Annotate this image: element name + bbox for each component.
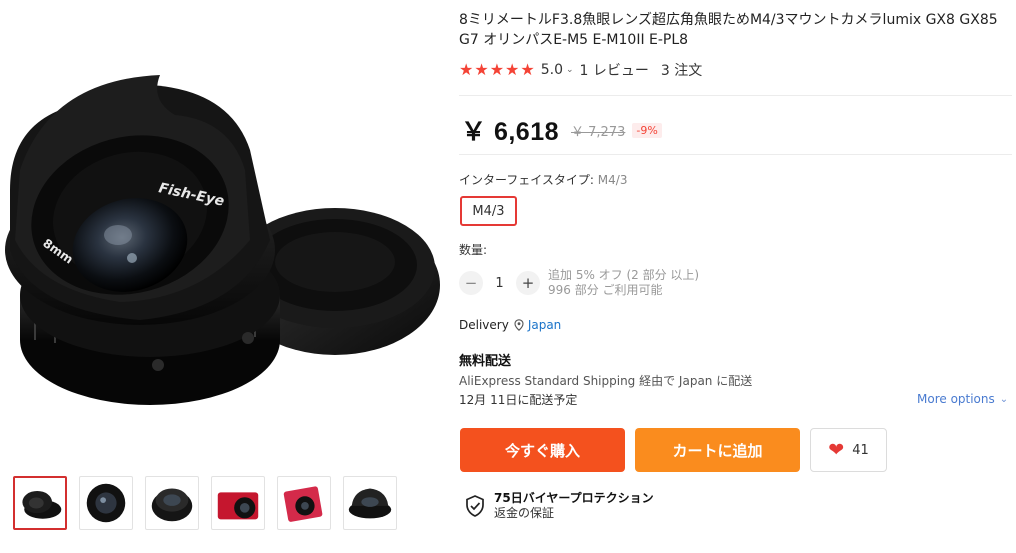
- wishlist-count: 41: [852, 442, 869, 458]
- thumbnail-2[interactable]: [79, 476, 133, 530]
- quantity-stepper: − 1 + 追加 5% オフ (2 部分 以上) 996 部分 ご利用可能: [459, 268, 699, 298]
- thumbnail-6[interactable]: [343, 476, 397, 530]
- protection-title: 75日バイヤープロテクション: [494, 491, 654, 505]
- protection-subtitle: 返金の保証: [494, 506, 555, 520]
- rating-value[interactable]: 5.0: [541, 62, 563, 78]
- quantity-input[interactable]: 1: [483, 276, 516, 291]
- chevron-down-icon[interactable]: ⌄: [566, 65, 574, 75]
- quantity-note: 追加 5% オフ (2 部分 以上) 996 部分 ご利用可能: [548, 268, 699, 298]
- property-label: インターフェイスタイプ: M4/3: [459, 171, 627, 188]
- buyer-protection[interactable]: 75日バイヤープロテクション 返金の保証: [463, 490, 654, 521]
- star-icon: ★: [459, 60, 474, 79]
- thumbnail-1[interactable]: [13, 476, 67, 530]
- orders-count: 3 注文: [660, 63, 703, 79]
- rating-stars: ★ ★ ★ ★ ★: [459, 62, 535, 78]
- price-row: ￥ 6,618 ￥ 7,273 -9%: [461, 112, 662, 148]
- property-name: インターフェイスタイプ:: [459, 173, 594, 187]
- location-pin-icon: [514, 319, 524, 331]
- chevron-down-icon: ⌄: [999, 393, 1009, 405]
- property-selected-value: M4/3: [597, 173, 628, 187]
- discount-badge: -9%: [632, 122, 662, 138]
- thumbnail-strip: [13, 476, 397, 530]
- divider: [459, 154, 1012, 155]
- star-icon: ★: [489, 60, 505, 79]
- thumbnail-5[interactable]: [277, 476, 331, 530]
- shield-check-icon: [463, 494, 487, 518]
- star-icon: ★: [505, 60, 520, 79]
- bulk-discount-note: 追加 5% オフ (2 部分 以上): [548, 268, 700, 282]
- add-to-cart-button[interactable]: カートに追加: [635, 428, 800, 472]
- quantity-increase-button[interactable]: +: [516, 271, 540, 295]
- main-product-image[interactable]: Fish-Eye 8mm: [0, 40, 440, 430]
- quantity-decrease-button[interactable]: −: [459, 271, 483, 295]
- property-option-m43[interactable]: M4/3: [460, 196, 517, 226]
- heart-icon: ❤: [828, 438, 845, 461]
- wishlist-button[interactable]: ❤ 41: [810, 428, 887, 472]
- delivery-label: Delivery: [459, 318, 509, 332]
- star-icon: ★: [520, 60, 535, 79]
- original-price: ￥ 7,273: [571, 124, 626, 140]
- shipping-method: AliExpress Standard Shipping 経由で Japan に…: [459, 374, 753, 388]
- rating-row: ★ ★ ★ ★ ★ 5.0 ⌄ 1 レビュー 3 注文: [459, 60, 702, 80]
- current-price: ￥ 6,618: [461, 118, 560, 146]
- star-icon: ★: [474, 60, 489, 79]
- delivery-location-link[interactable]: Japan: [528, 318, 561, 332]
- delivery-row: Delivery Japan: [459, 318, 561, 332]
- thumbnail-4[interactable]: [211, 476, 265, 530]
- free-shipping-title: 無料配送: [459, 354, 512, 369]
- product-title: 8ミリメートルF3.8魚眼レンズ超広角魚眼ためM4/3マウントカメラlumix …: [459, 12, 998, 48]
- buy-now-button[interactable]: 今すぐ購入: [460, 428, 625, 472]
- delivery-date: 12月 11日に配送予定: [459, 393, 578, 407]
- stock-available: 996 部分 ご利用可能: [548, 283, 663, 297]
- more-shipping-options-link[interactable]: More options ⌄: [917, 392, 1008, 406]
- thumbnail-3[interactable]: [145, 476, 199, 530]
- more-options-label: More options: [917, 392, 995, 406]
- quantity-label: 数量:: [459, 243, 488, 257]
- lens-illustration: Fish-Eye 8mm: [5, 75, 440, 405]
- reviews-link[interactable]: 1 レビュー: [580, 60, 649, 80]
- divider: [459, 95, 1012, 96]
